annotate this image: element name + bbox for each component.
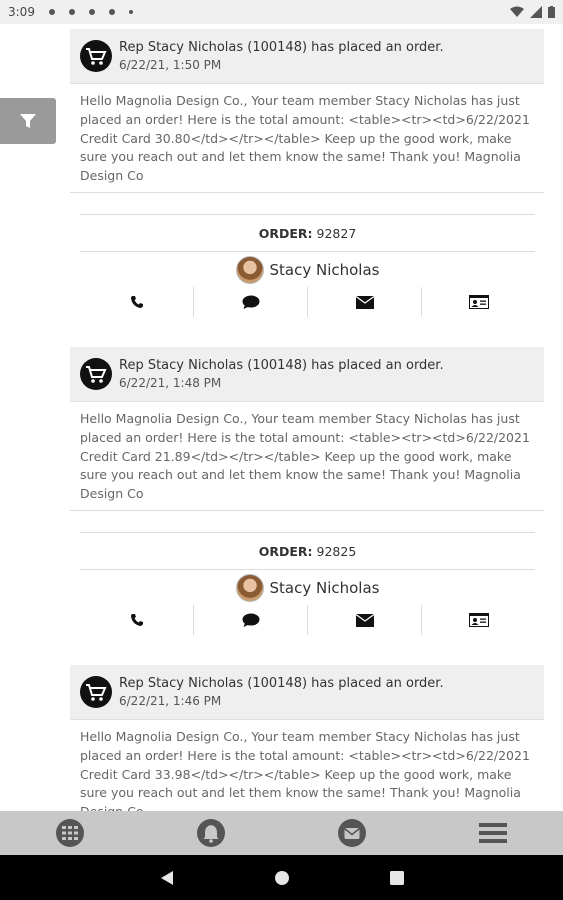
action-row [80, 605, 535, 635]
notification-card: Rep Stacy Nicholas (100148) has placed a… [70, 29, 544, 193]
order-line: ORDER: 92825 [80, 532, 535, 570]
back-icon[interactable] [160, 870, 174, 886]
recent-apps-icon[interactable] [389, 870, 404, 885]
hamburger-menu-icon [478, 823, 507, 843]
notification-card: Rep Stacy Nicholas (100148) has placed a… [70, 347, 544, 511]
notification-title: Rep Stacy Nicholas (100148) has placed a… [119, 675, 444, 691]
rep-row[interactable]: Stacy Nicholas [80, 570, 535, 605]
chat-bubble-icon [242, 295, 259, 309]
status-time: 3:09 [8, 5, 35, 19]
bell-icon [197, 819, 226, 847]
grid-icon [56, 819, 85, 847]
home-icon[interactable] [274, 870, 290, 886]
notification-body: Hello Magnolia Design Co., Your team mem… [70, 720, 544, 811]
email-button[interactable] [308, 605, 422, 635]
contact-card-icon [468, 295, 489, 309]
nav-menu-button[interactable] [463, 811, 523, 855]
system-navigation-bar [0, 855, 563, 900]
status-bar: 3:09 [0, 0, 563, 24]
filter-icon [20, 114, 36, 128]
avatar [235, 255, 264, 284]
phone-icon [130, 614, 143, 626]
notification-title: Rep Stacy Nicholas (100148) has placed a… [119, 39, 444, 55]
small-dot-icon [128, 10, 133, 14]
notification-dot-icon [108, 9, 115, 15]
call-button[interactable] [80, 605, 194, 635]
order-number: 92827 [316, 225, 357, 241]
wifi-icon [510, 6, 524, 17]
message-button[interactable] [194, 605, 308, 635]
notification-date: 6/22/21, 1:46 PM [119, 693, 222, 708]
notification-body: Hello Magnolia Design Co., Your team mem… [70, 84, 544, 193]
avatar [235, 573, 264, 602]
phone-icon [130, 296, 143, 308]
notification-feed[interactable]: Rep Stacy Nicholas (100148) has placed a… [0, 24, 563, 811]
action-row [80, 287, 535, 317]
message-button[interactable] [194, 287, 308, 317]
order-label: ORDER: [258, 543, 313, 559]
notification-dot-icon [68, 9, 75, 15]
shopping-cart-icon [80, 358, 112, 390]
rep-name: Stacy Nicholas [269, 578, 380, 597]
envelope-circle-icon [337, 819, 366, 847]
contact-card-button[interactable] [422, 287, 535, 317]
signal-icon [530, 6, 542, 18]
order-label: ORDER: [258, 225, 313, 241]
rep-name: Stacy Nicholas [269, 260, 380, 279]
notification-header[interactable]: Rep Stacy Nicholas (100148) has placed a… [70, 29, 544, 84]
notification-header[interactable]: Rep Stacy Nicholas (100148) has placed a… [70, 347, 544, 402]
shopping-cart-icon [80, 40, 112, 72]
nav-messages-button[interactable] [322, 811, 382, 855]
notification-title: Rep Stacy Nicholas (100148) has placed a… [119, 357, 444, 373]
battery-icon [548, 6, 555, 18]
notification-header[interactable]: Rep Stacy Nicholas (100148) has placed a… [70, 665, 544, 720]
order-block: ORDER: 92827 Stacy Nicholas [80, 214, 535, 317]
envelope-icon [355, 613, 374, 627]
email-button[interactable] [308, 287, 422, 317]
notification-date: 6/22/21, 1:50 PM [119, 57, 222, 72]
nav-dashboard-button[interactable] [40, 811, 100, 855]
chat-bubble-icon [242, 613, 259, 627]
bottom-navigation [0, 811, 563, 855]
nav-notifications-button[interactable] [181, 811, 241, 855]
rep-row[interactable]: Stacy Nicholas [80, 252, 535, 287]
order-number: 92825 [316, 543, 357, 559]
shopping-cart-icon [80, 676, 112, 708]
notification-card: Rep Stacy Nicholas (100148) has placed a… [70, 665, 544, 811]
filter-button[interactable] [0, 98, 56, 144]
notification-dot-icon [48, 9, 55, 15]
call-button[interactable] [80, 287, 194, 317]
notification-body: Hello Magnolia Design Co., Your team mem… [70, 402, 544, 511]
order-block: ORDER: 92825 Stacy Nicholas [80, 532, 535, 635]
notification-date: 6/22/21, 1:48 PM [119, 375, 222, 390]
envelope-icon [355, 295, 374, 309]
contact-card-icon [468, 613, 489, 627]
contact-card-button[interactable] [422, 605, 535, 635]
order-line: ORDER: 92827 [80, 214, 535, 252]
notification-dot-icon [88, 9, 95, 15]
